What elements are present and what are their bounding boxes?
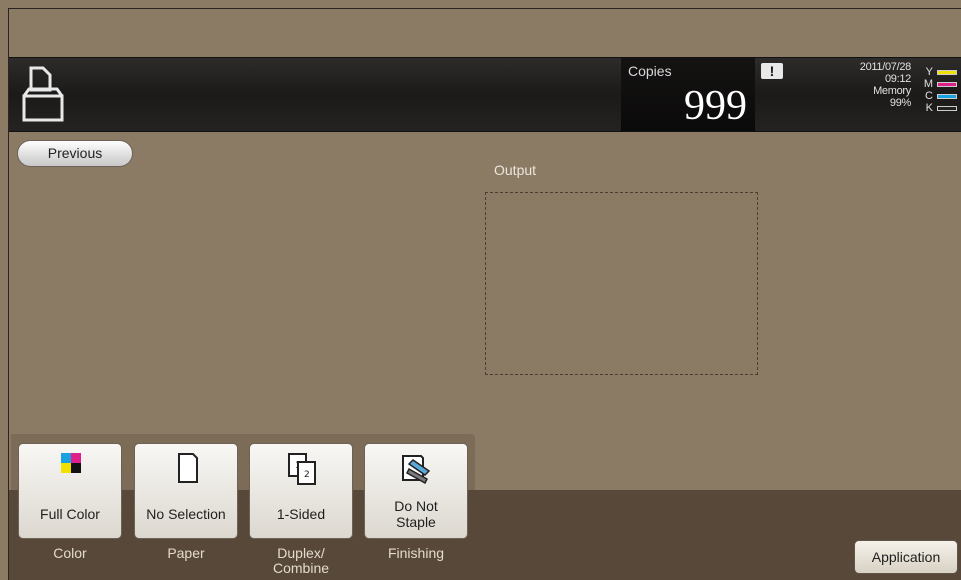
memory-value: 99% — [889, 97, 911, 109]
toner-bar-yellow — [937, 69, 957, 75]
toner-letter: M — [923, 78, 933, 90]
duplex-caption: Duplex/ Combine — [272, 545, 330, 576]
alert-icon[interactable]: ! — [761, 63, 783, 79]
toner-bar-black — [937, 105, 957, 111]
paper-icon — [178, 453, 198, 483]
toner-row-magenta: M — [923, 78, 959, 90]
toner-levels: Y M C K — [923, 66, 959, 114]
toner-letter: C — [925, 90, 933, 102]
application-button[interactable]: Application — [854, 540, 958, 574]
previous-button[interactable]: Previous — [17, 140, 133, 167]
toner-bar-cyan — [937, 93, 957, 99]
duplex-icon: 1 2 — [288, 453, 316, 485]
paper-button[interactable]: No Selection — [134, 443, 238, 539]
output-label: Output — [494, 162, 537, 178]
status-header: Copies 999 ! 2011/07/28 09:12 Memory 99%… — [9, 57, 961, 132]
toner-row-yellow: Y — [923, 66, 959, 78]
copies-count: 999 — [684, 83, 747, 129]
finishing-caption: Finishing — [387, 545, 445, 561]
full-color-icon — [61, 453, 81, 473]
output-preview-area — [485, 192, 758, 375]
status-time: 09:12 — [884, 73, 911, 85]
memory-label: Memory — [873, 85, 911, 97]
finishing-button[interactable]: Do Not Staple — [364, 443, 468, 539]
finishing-button-label: Do Not Staple — [394, 498, 438, 530]
color-button[interactable]: Full Color — [18, 443, 122, 539]
duplex-button-label: 1-Sided — [276, 506, 326, 522]
svg-text:2: 2 — [304, 470, 310, 480]
toner-letter: Y — [925, 66, 933, 78]
staple-icon — [402, 455, 431, 485]
toner-letter: K — [925, 102, 933, 114]
color-caption: Color — [53, 545, 87, 561]
copies-display: Copies 999 — [621, 58, 755, 131]
device-status: 2011/07/28 09:12 Memory 99% — [859, 61, 912, 109]
paper-button-label: No Selection — [146, 506, 226, 522]
status-date: 2011/07/28 — [859, 61, 912, 73]
output-tray-icon — [22, 66, 64, 122]
toner-row-black: K — [923, 102, 959, 114]
paper-caption: Paper — [167, 545, 205, 561]
color-button-label: Full Color — [40, 506, 100, 522]
duplex-button[interactable]: 1 2 1-Sided — [249, 443, 353, 539]
copies-label: Copies — [628, 63, 672, 79]
toner-row-cyan: C — [923, 90, 959, 102]
toner-bar-magenta — [937, 81, 957, 87]
